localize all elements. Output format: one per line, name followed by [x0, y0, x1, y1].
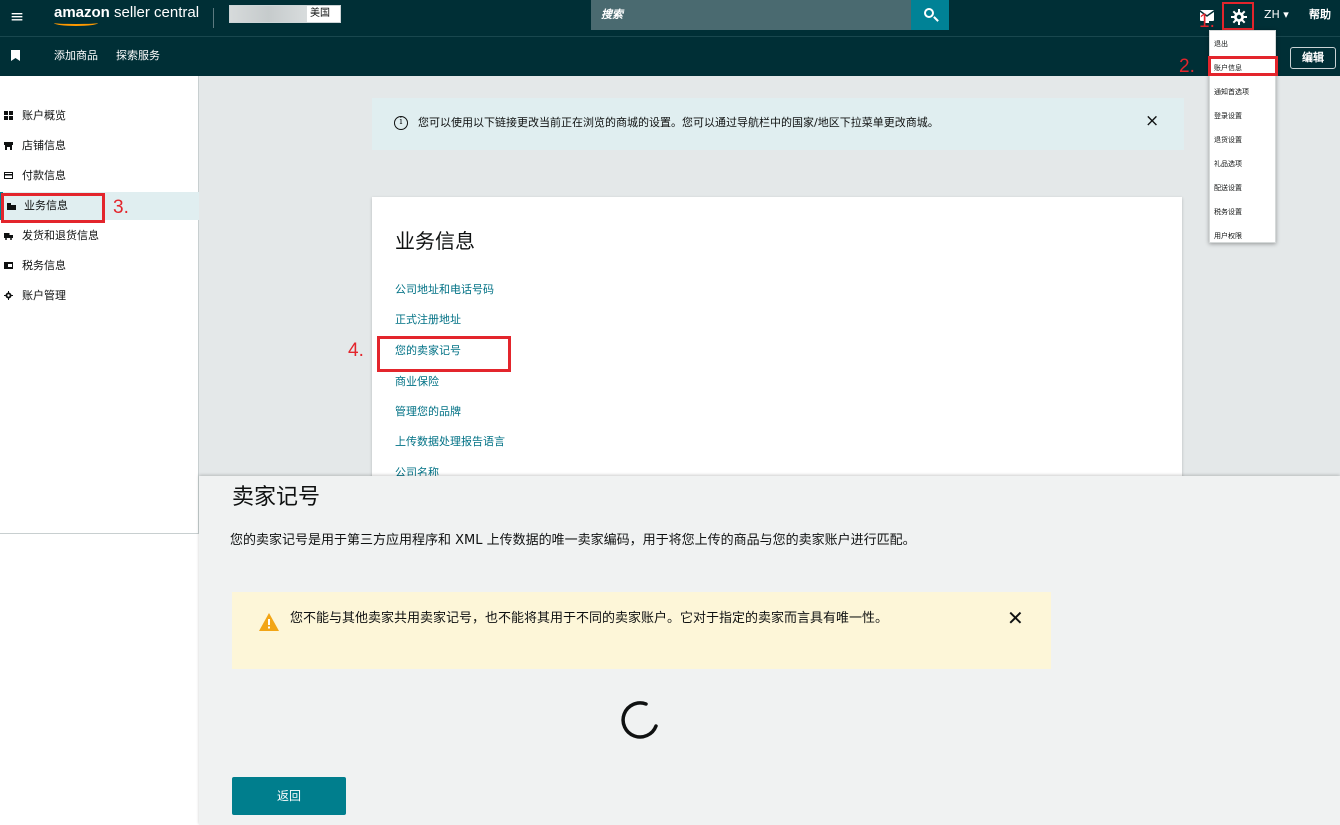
sidebar-item-label: 税务信息 — [22, 259, 66, 272]
menu-item-login-settings[interactable]: 登录设置 — [1214, 111, 1242, 121]
marketplace-label: 美国 — [307, 6, 340, 22]
page-title: 业务信息 — [395, 229, 475, 253]
sidebar-item-account-overview[interactable]: 账户概览 — [0, 102, 199, 130]
sidebar-item-payment-info[interactable]: 付款信息 — [0, 162, 199, 190]
redacted-account-name — [230, 6, 307, 22]
settings-highlight-box — [1222, 2, 1254, 30]
close-icon[interactable]: × — [1145, 111, 1159, 131]
warning-text: 您不能与其他卖家共用卖家记号，也不能将其用于不同的卖家账户。它对于指定的卖家而言… — [290, 611, 889, 626]
language-selector[interactable]: ZH ▾ — [1264, 7, 1289, 23]
nav-link-add-product[interactable]: 添加商品 — [54, 48, 98, 64]
sidebar-item-account-management[interactable]: 账户管理 — [0, 282, 199, 310]
bookmark-icon[interactable] — [11, 50, 20, 61]
warning-alert: 您不能与其他卖家共用卖家记号，也不能将其用于不同的卖家账户。它对于指定的卖家而言… — [232, 592, 1051, 669]
sidebar-item-label: 付款信息 — [22, 169, 66, 182]
sidebar-item-store-info[interactable]: 店铺信息 — [0, 132, 199, 160]
info-banner-text: 您可以使用以下链接更改当前正在浏览的商城的设置。您可以通过导航栏中的国家/地区下… — [418, 116, 939, 129]
card-icon — [4, 172, 13, 179]
warning-icon — [259, 613, 279, 631]
logo-smile-icon — [54, 20, 98, 26]
link-registered-address[interactable]: 正式注册地址 — [395, 312, 461, 328]
account-info-highlight-box — [1208, 56, 1278, 76]
step-annotation: 2. — [1179, 56, 1195, 77]
search-button[interactable] — [911, 0, 949, 30]
settings-gear-icon[interactable] — [1231, 9, 1247, 25]
sidebar-item-label: 账户概览 — [22, 109, 66, 122]
menu-item-tax-settings[interactable]: 税务设置 — [1214, 207, 1242, 217]
dialog-title: 卖家记号 — [232, 485, 321, 510]
link-business-insurance[interactable]: 商业保险 — [395, 374, 439, 390]
step-annotation: 4. — [348, 340, 364, 361]
dashboard-icon — [4, 111, 13, 120]
link-upload-report-language[interactable]: 上传数据处理报告语言 — [395, 434, 505, 450]
help-link[interactable]: 帮助 — [1309, 7, 1331, 23]
hamburger-menu-icon[interactable]: ≡ — [8, 8, 26, 26]
sidebar-item-label: 店铺信息 — [22, 139, 66, 152]
back-button[interactable]: 返回 — [232, 777, 346, 815]
divider — [213, 8, 214, 28]
link-manage-brands[interactable]: 管理您的品牌 — [395, 404, 461, 420]
menu-item-shipping-settings[interactable]: 配送设置 — [1214, 183, 1242, 193]
step-annotation: 1. — [1199, 11, 1215, 32]
truck-icon — [4, 233, 13, 240]
marketplace-selector[interactable]: 美国 — [229, 5, 341, 23]
dialog-description: 您的卖家记号是用于第三方应用程序和 XML 上传数据的唯一卖家编码，用于将您上传… — [230, 533, 916, 548]
business-info-highlight-box — [1, 193, 105, 223]
sidebar-item-shipping-returns[interactable]: 发货和退货信息 — [0, 222, 199, 250]
info-icon: i — [394, 116, 408, 130]
seller-token-dialog: 卖家记号 您的卖家记号是用于第三方应用程序和 XML 上传数据的唯一卖家编码，用… — [199, 476, 1340, 825]
menu-item-user-permissions[interactable]: 用户权限 — [1214, 231, 1242, 241]
sidebar-item-label: 账户管理 — [22, 289, 66, 302]
warning-close-icon[interactable]: ✕ — [1007, 605, 1024, 631]
menu-item-gift-options[interactable]: 礼品选项 — [1214, 159, 1242, 169]
link-company-address[interactable]: 公司地址和电话号码 — [395, 282, 494, 298]
sidebar-item-tax-info[interactable]: 税务信息 — [0, 252, 199, 280]
info-banner: i 您可以使用以下链接更改当前正在浏览的商城的设置。您可以通过导航栏中的国家/地… — [372, 98, 1184, 150]
menu-item-notifications[interactable]: 通知首选项 — [1214, 87, 1249, 97]
step-annotation: 3. — [113, 197, 129, 218]
nav-link-explore-services[interactable]: 探索服务 — [116, 48, 160, 64]
sidebar-item-label: 发货和退货信息 — [22, 229, 99, 242]
store-icon — [4, 142, 13, 150]
tax-icon — [4, 262, 13, 269]
search-input[interactable]: 搜索 — [591, 0, 911, 30]
menu-item-return-settings[interactable]: 退货设置 — [1214, 135, 1242, 145]
gear-icon — [4, 291, 13, 300]
edit-button[interactable]: 编辑 — [1290, 47, 1336, 69]
menu-item-logout[interactable]: 退出 — [1214, 39, 1228, 49]
loading-spinner-icon — [621, 701, 658, 739]
top-bar: ≡ amazon seller central 美国 搜索 ZH ▾ 帮助 — [0, 0, 1340, 36]
nav-bar: 添加商品 探索服务 编辑 — [0, 36, 1340, 76]
seller-token-highlight-box — [377, 336, 511, 372]
settings-sidebar: 账户概览 店铺信息 付款信息 业务信息 发货和退货信息 税务信息 账户管理 — [0, 76, 199, 534]
logo-product: seller central — [109, 4, 200, 21]
logo-brand: amazon — [54, 4, 110, 21]
